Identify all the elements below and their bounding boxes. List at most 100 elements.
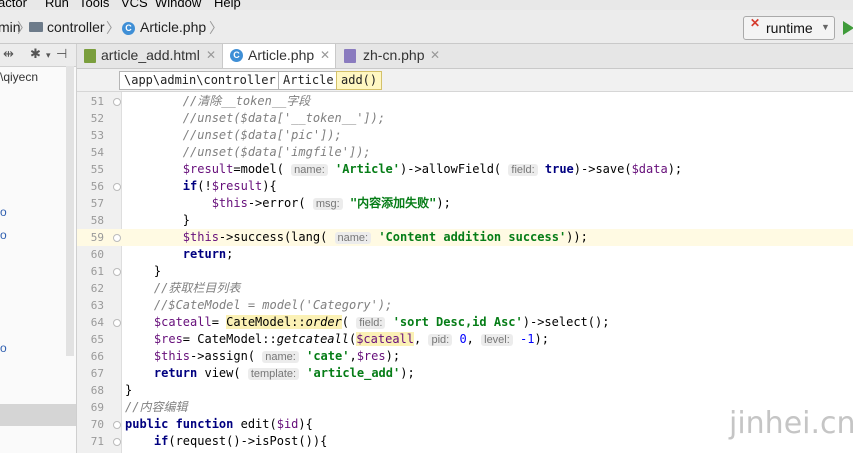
- line-number: 53: [90, 129, 104, 142]
- code-text: //unset($data['__token__']);: [125, 111, 386, 125]
- code-text: //获取栏目列表: [125, 281, 241, 295]
- menu-vcs[interactable]: VCS: [121, 0, 148, 10]
- project-panel-toolbar: ⇹ ✱ ▾ ⊣: [0, 44, 76, 67]
- line-number: 61: [90, 265, 104, 278]
- code-line[interactable]: 53 //unset($data['pic']);: [77, 127, 853, 144]
- line-number: 58: [90, 214, 104, 227]
- code-text: $this->error( msg: "内容添加失败");: [125, 196, 451, 210]
- code-editor[interactable]: 51 //清除__token__字段 52 //unset($data['__to…: [77, 92, 853, 453]
- line-number: 68: [90, 384, 104, 397]
- project-panel: ⇹ ✱ ▾ ⊣ \qiyecn o o o: [0, 44, 77, 453]
- code-line[interactable]: 58 }: [77, 212, 853, 229]
- hide-panel-icon[interactable]: ⊣: [56, 46, 67, 62]
- tab-label: article_add.html: [101, 47, 200, 63]
- tab-article-php[interactable]: C Article.php ✕: [222, 44, 336, 68]
- menu-bar: actor Run Tools VCS Window Help: [0, 0, 853, 10]
- code-line[interactable]: 67 return view( template: 'article_add')…: [77, 365, 853, 382]
- tab-label: zh-cn.php: [363, 47, 425, 63]
- close-icon[interactable]: ✕: [320, 48, 330, 62]
- breadcrumb-method[interactable]: add(): [336, 71, 383, 90]
- chevron-right-icon: 〉: [106, 20, 120, 36]
- code-line[interactable]: 64 $cateall= CateModel::order( field: 's…: [77, 314, 853, 331]
- code-text: $res= CateModel::getcateall($cateall, pi…: [125, 332, 549, 346]
- close-icon[interactable]: ✕: [206, 48, 216, 62]
- menu-tools[interactable]: Tools: [79, 0, 109, 10]
- fold-marker-icon[interactable]: [113, 98, 121, 106]
- line-number: 59: [90, 231, 104, 244]
- code-text: return;: [125, 247, 234, 261]
- tree-item-marker[interactable]: o: [0, 341, 7, 355]
- menu-window[interactable]: Window: [155, 0, 201, 10]
- nav-crumb-controller[interactable]: controller: [47, 19, 105, 35]
- collapse-icon[interactable]: ⇹: [3, 46, 14, 62]
- dropdown-arrow-icon[interactable]: ▾: [46, 50, 51, 61]
- chevron-right-icon: 〉: [209, 20, 223, 36]
- code-line[interactable]: 55 $result=model( name: 'Article')->allo…: [77, 161, 853, 178]
- code-text: }: [125, 213, 191, 227]
- code-line[interactable]: 56 if(!$result){: [77, 178, 853, 195]
- code-line[interactable]: 51 //清除__token__字段: [77, 93, 853, 110]
- html-file-icon: [84, 49, 96, 63]
- code-line[interactable]: 61 }: [77, 263, 853, 280]
- run-configuration-select[interactable]: ✕ runtime ▼: [743, 16, 835, 40]
- close-icon[interactable]: ✕: [430, 48, 440, 62]
- tab-zh-cn-php[interactable]: zh-cn.php ✕: [335, 44, 447, 68]
- line-number: 67: [90, 367, 104, 380]
- line-number: 56: [90, 180, 104, 193]
- menu-run[interactable]: Run: [45, 0, 69, 10]
- dropdown-arrow-icon: ▼: [821, 22, 830, 32]
- navigation-bar: min 〉 controller 〉 C Article.php 〉 ✕ run…: [0, 10, 853, 44]
- fold-marker-icon[interactable]: [113, 421, 121, 429]
- line-number: 65: [90, 333, 104, 346]
- line-number: 52: [90, 112, 104, 125]
- code-line[interactable]: 57 $this->error( msg: "内容添加失败");: [77, 195, 853, 212]
- line-number: 60: [90, 248, 104, 261]
- line-number: 55: [90, 163, 104, 176]
- code-line[interactable]: 63 //$CateModel = model('Category');: [77, 297, 853, 314]
- php-file-icon: [344, 49, 356, 63]
- code-text: }: [125, 383, 133, 397]
- breadcrumb-class[interactable]: Article: [278, 71, 339, 90]
- code-line[interactable]: 62 //获取栏目列表: [77, 280, 853, 297]
- code-line[interactable]: 66 $this->assign( name: 'cate',$res);: [77, 348, 853, 365]
- code-text: if(!$result){: [125, 179, 277, 193]
- tree-item-marker[interactable]: o: [0, 228, 7, 242]
- code-text: $this->assign( name: 'cate',$res);: [125, 349, 401, 363]
- project-panel-scrollbar[interactable]: [66, 66, 74, 356]
- gear-icon[interactable]: ✱: [30, 46, 41, 62]
- line-number: 62: [90, 282, 104, 295]
- code-line[interactable]: 65 $res= CateModel::getcateall($cateall,…: [77, 331, 853, 348]
- tab-article-add-html[interactable]: article_add.html ✕: [77, 44, 222, 68]
- code-line[interactable]: 68}: [77, 382, 853, 399]
- code-line[interactable]: 52 //unset($data['__token__']);: [77, 110, 853, 127]
- fold-marker-icon[interactable]: [113, 319, 121, 327]
- code-text: //内容编辑: [125, 400, 188, 414]
- editor-tab-bar: article_add.html ✕ C Article.php ✕ zh-cn…: [77, 44, 853, 69]
- code-text: //清除__token__字段: [125, 94, 311, 108]
- line-number: 57: [90, 197, 104, 210]
- fold-marker-icon[interactable]: [113, 268, 121, 276]
- code-text: public function edit($id){: [125, 417, 313, 431]
- project-root-label[interactable]: \qiyecn: [0, 70, 38, 84]
- fold-marker-icon[interactable]: [113, 234, 121, 242]
- fold-marker-icon[interactable]: [113, 438, 121, 446]
- folder-icon: [29, 22, 43, 32]
- fold-marker-icon[interactable]: [113, 183, 121, 191]
- php-class-icon: C: [122, 22, 135, 35]
- menu-help[interactable]: Help: [214, 0, 241, 10]
- line-number: 69: [90, 401, 104, 414]
- run-play-icon[interactable]: [843, 21, 853, 35]
- code-line[interactable]: 54 //unset($data['imgfile']);: [77, 144, 853, 161]
- code-text: //$CateModel = model('Category');: [125, 298, 393, 312]
- line-number: 54: [90, 146, 104, 159]
- code-text: //unset($data['pic']);: [125, 128, 342, 142]
- tree-item-marker[interactable]: o: [0, 205, 7, 219]
- code-text: $cateall= CateModel::order( field: 'sort…: [125, 315, 610, 329]
- menu-refactor[interactable]: actor: [0, 0, 27, 10]
- code-line[interactable]: 59 $this->success(lang( name: 'Content a…: [77, 229, 853, 246]
- code-line[interactable]: 60 return;: [77, 246, 853, 263]
- code-text: $this->success(lang( name: 'Content addi…: [125, 230, 588, 244]
- nav-crumb-file[interactable]: Article.php: [140, 19, 206, 35]
- breadcrumb-namespace[interactable]: \app\admin\controller: [119, 71, 281, 90]
- tree-selected-row[interactable]: [0, 404, 76, 426]
